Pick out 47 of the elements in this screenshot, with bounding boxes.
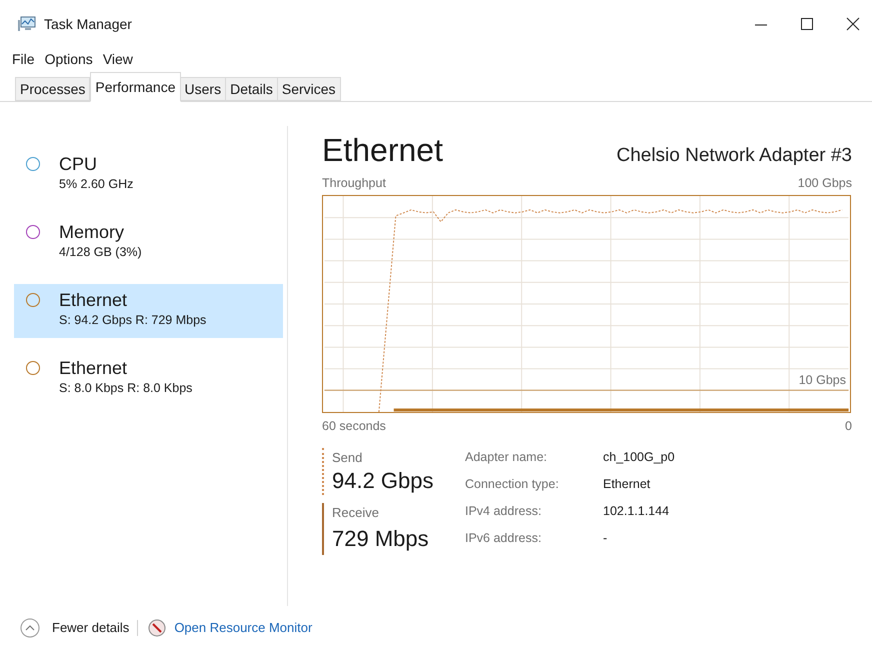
item-name: CPU xyxy=(59,153,98,175)
collapse-icon[interactable] xyxy=(20,618,40,638)
property-label: IPv6 address: xyxy=(465,530,542,548)
item-detail: 4/128 GB (3%) xyxy=(59,244,142,261)
item-detail: S: 94.2 Gbps R: 729 Mbps xyxy=(59,312,206,329)
sidebar-item[interactable]: Ethernet S: 94.2 Gbps R: 729 Mbps xyxy=(14,284,283,338)
property-value: 102.1.1.144 xyxy=(603,503,670,520)
panel-title: Ethernet xyxy=(322,131,443,170)
resource-monitor-icon xyxy=(148,619,166,637)
graph-label: Throughput xyxy=(322,175,386,192)
fewer-details-button[interactable]: Fewer details xyxy=(52,618,130,638)
tab[interactable]: Users xyxy=(180,77,226,101)
graph-max: 100 Gbps xyxy=(798,175,852,192)
item-name: Memory xyxy=(59,221,126,243)
item-name: Ethernet xyxy=(59,357,128,379)
receive-value: 729 Mbps xyxy=(332,524,430,553)
tab[interactable]: Services xyxy=(276,77,341,101)
tab[interactable]: Details xyxy=(225,77,278,101)
close-icon[interactable] xyxy=(846,17,860,31)
property-label: Connection type: xyxy=(465,476,560,493)
item-name: Ethernet xyxy=(59,289,128,311)
item-detail: 5% 2.60 GHz xyxy=(59,176,134,193)
maximize-icon[interactable] xyxy=(800,17,814,31)
property-value: Ethernet xyxy=(603,476,652,493)
menu-item[interactable]: View xyxy=(102,48,134,70)
time-end: 0 xyxy=(845,418,852,435)
adapter-subtitle: Chelsio Network Adapter #3 xyxy=(616,144,852,168)
tab[interactable]: Performance xyxy=(90,72,181,102)
menu-item[interactable]: File xyxy=(11,48,36,70)
send-value: 94.2 Gbps xyxy=(332,467,435,495)
sidebar-item[interactable]: CPU 5% 2.60 GHz xyxy=(14,148,283,202)
item-detail: S: 8.0 Kbps R: 8.0 Kbps xyxy=(59,380,192,397)
menu-item[interactable]: Options xyxy=(44,48,94,70)
property-label: IPv4 address: xyxy=(465,503,542,520)
property-label: Adapter name: xyxy=(465,448,548,466)
time-start: 60 seconds xyxy=(322,418,386,435)
receive-label: Receive xyxy=(332,504,380,522)
open-resource-monitor-link[interactable]: Open Resource Monitor xyxy=(174,618,312,638)
property-value: - xyxy=(603,530,608,548)
monitor-icon xyxy=(18,16,36,32)
sidebar-item[interactable]: Ethernet S: 8.0 Kbps R: 8.0 Kbps xyxy=(14,352,283,406)
property-value: ch_100G_p0 xyxy=(603,448,675,466)
window-title: Task Manager xyxy=(44,14,132,34)
graph-scale: 10 Gbps xyxy=(798,372,846,387)
sidebar-item[interactable]: Memory 4/128 GB (3%) xyxy=(14,216,283,270)
tab[interactable]: Processes xyxy=(15,77,90,101)
send-label: Send xyxy=(332,448,364,466)
